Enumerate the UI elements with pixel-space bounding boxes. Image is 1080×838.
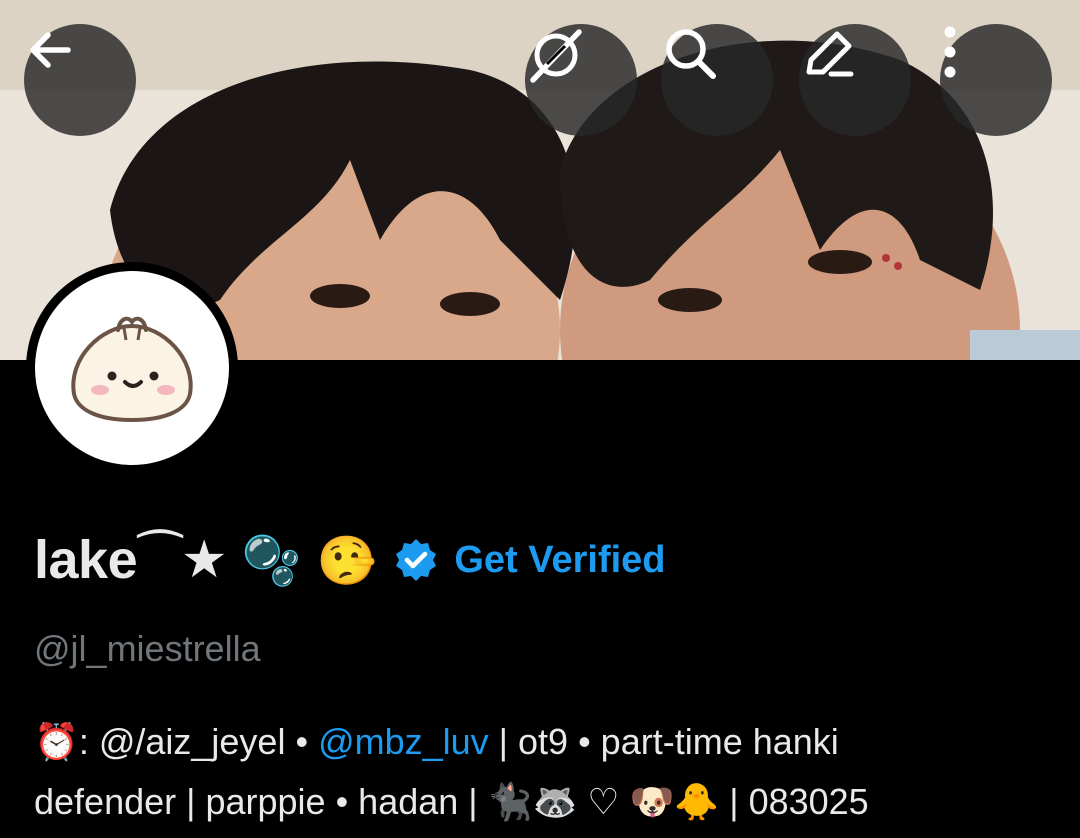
bio-line-2: defender | parppie • hadan | 🐈‍⬛🦝 ♡ 🐶🐥 |… (34, 781, 869, 822)
edit-button[interactable] (799, 24, 911, 136)
avatar-image (35, 271, 229, 465)
more-vertical-icon (944, 26, 956, 78)
name-emojis: 🫧 🤥 (241, 532, 377, 589)
verified-badge-icon[interactable] (392, 536, 440, 584)
name-decoration: ⁀★ (139, 531, 228, 589)
avatar[interactable] (26, 262, 238, 474)
search-button[interactable] (661, 24, 773, 136)
pencil-icon (806, 31, 854, 77)
bio-line-1-prefix: ⏰: @/aiz_jeyel • (34, 721, 319, 762)
profile-handle: @jl_miestrella (34, 628, 261, 669)
bio-line-1: ⏰: @/aiz_jeyel • @mbz_luv | ot9 • part-t… (34, 712, 1054, 772)
profile-bio: ⏰: @/aiz_jeyel • @mbz_luv | ot9 • part-t… (34, 712, 1054, 832)
profile-name-row: lake ⁀★ 🫧 🤥 Get Verified (34, 520, 666, 600)
get-verified-link[interactable]: Get Verified (454, 539, 665, 582)
display-name: lake (34, 530, 138, 590)
back-arrow-icon (30, 32, 71, 68)
bio-mention-link[interactable]: @mbz_luv (318, 721, 489, 762)
search-icon (666, 29, 716, 79)
dumpling-icon (71, 316, 193, 423)
grok-icon (530, 29, 582, 83)
back-button[interactable] (24, 24, 136, 136)
bio-line-1-suffix: | ot9 • part-time hanki (488, 721, 839, 762)
grok-button[interactable] (525, 24, 637, 136)
more-options-button[interactable] (940, 24, 1052, 136)
